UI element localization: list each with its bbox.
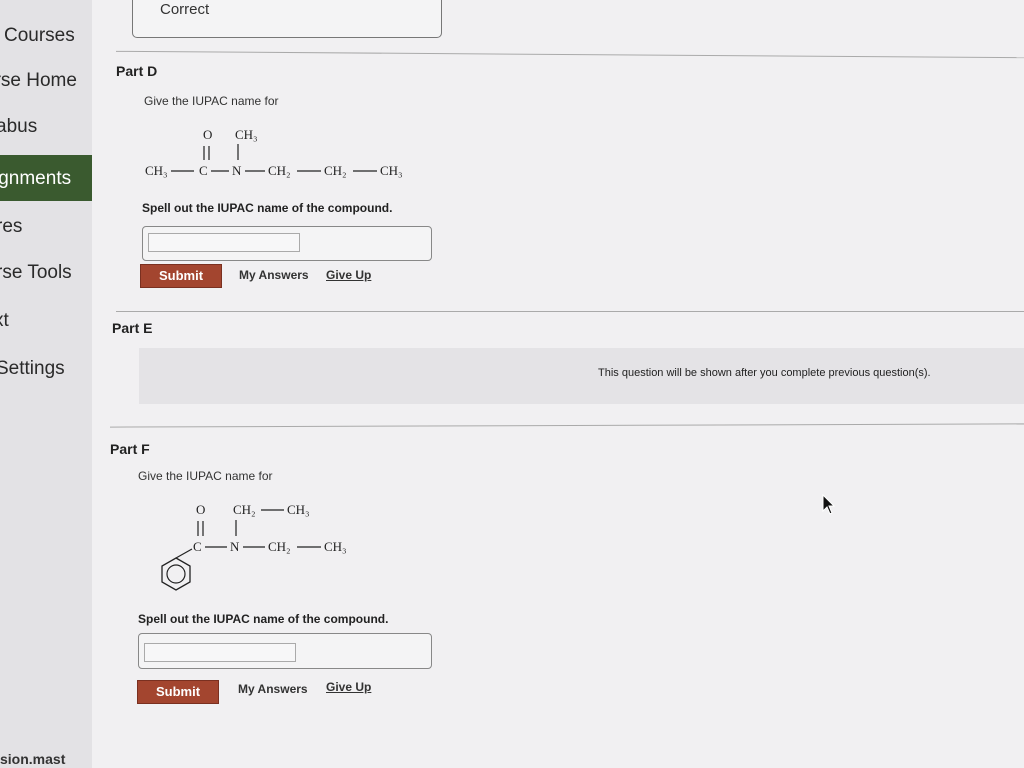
part-f-give-up-link[interactable]: Give Up [326, 680, 371, 694]
part-e-locked-message: This question will be shown after you co… [598, 367, 931, 379]
sidebar-item-courses[interactable]: Courses [0, 17, 92, 57]
part-d-submit-button[interactable]: Submit [140, 264, 222, 288]
part-d-give-up-link[interactable]: Give Up [326, 268, 371, 282]
sidebar-item-label: urse Home [0, 70, 77, 91]
part-f-answer-box [138, 633, 432, 669]
sidebar-item-label: rse Tools [0, 262, 72, 283]
benzene-ring-icon [161, 557, 191, 591]
ethyl-ch3-label: CH₃ [287, 502, 310, 517]
part-d-answer-input[interactable] [148, 233, 300, 252]
part-d-label: Part D [116, 63, 158, 79]
sidebar-item-label: xt [0, 310, 9, 331]
part-d-prompt: Give the IUPAC name for [144, 94, 279, 108]
sidebar-item-settings[interactable]: Settings [0, 350, 92, 390]
part-f-instruction: Spell out the IUPAC name of the compound… [138, 612, 389, 626]
carbonyl-carbon-label: C [199, 163, 208, 178]
part-f-label: Part F [110, 441, 150, 457]
sidebar-item-label: abus [0, 116, 38, 137]
oxygen-atom-label: O [203, 127, 212, 142]
part-d-structure: O CH₃ CH₃ C N CH₂ CH₂ CH₃ [145, 127, 403, 178]
part-f-structure: O CH₂ CH₃ C N CH₂ CH₃ [161, 502, 347, 591]
methylene-label: CH₂ [268, 539, 291, 554]
divider [116, 50, 1024, 59]
part-e-label: Part E [112, 320, 153, 336]
mouse-pointer-icon [822, 494, 836, 515]
sidebar-item-label: Settings [0, 358, 65, 379]
carbonyl-carbon-label: C [193, 539, 202, 554]
divider [116, 311, 1024, 312]
sidebar-item-etext[interactable]: xt [0, 302, 92, 342]
ethyl-ch2-label: CH₂ [233, 502, 256, 517]
methylene-label: CH₂ [324, 163, 347, 178]
feedback-text: Correct [160, 1, 210, 18]
course-sidebar: Courses urse Home abus ignments res rse … [0, 0, 92, 768]
single-bond-line [175, 548, 193, 559]
methyl-label: CH₃ [324, 539, 347, 554]
oxygen-atom-label: O [196, 502, 205, 517]
sidebar-item-label: res [0, 216, 23, 237]
sidebar-item-label: Courses [4, 25, 75, 46]
aromatic-circle-icon [166, 564, 186, 584]
sidebar-item-scores[interactable]: res [0, 208, 92, 248]
left-methyl-label: CH₃ [145, 163, 168, 178]
right-methyl-label: CH₃ [380, 163, 403, 178]
sidebar-item-syllabus[interactable]: abus [0, 108, 92, 148]
nitrogen-atom-label: N [232, 163, 242, 178]
methyl-label: CH₃ [235, 127, 258, 142]
status-bar-url: sion.mast [0, 751, 66, 767]
part-f-my-answers-link[interactable]: My Answers [238, 682, 308, 696]
part-f-prompt: Give the IUPAC name for [138, 469, 273, 483]
part-f-answer-input[interactable] [144, 643, 296, 662]
sidebar-item-assignments[interactable]: ignments [0, 155, 92, 201]
nitrogen-atom-label: N [230, 539, 240, 554]
part-f-submit-button[interactable]: Submit [137, 680, 219, 704]
sidebar-item-course-home[interactable]: urse Home [0, 62, 92, 102]
feedback-correct-box: Correct [132, 0, 442, 38]
sidebar-item-course-tools[interactable]: rse Tools [0, 254, 92, 294]
sidebar-item-label: ignments [0, 168, 72, 189]
divider [110, 423, 1024, 428]
part-d-my-answers-link[interactable]: My Answers [239, 268, 309, 282]
part-e-locked-panel: This question will be shown after you co… [139, 348, 1024, 404]
methylene-label: CH₂ [268, 163, 291, 178]
part-d-instruction: Spell out the IUPAC name of the compound… [142, 201, 393, 215]
assignment-content: Correct Part D Give the IUPAC name for O… [92, 0, 1024, 768]
part-d-answer-box [142, 226, 432, 261]
